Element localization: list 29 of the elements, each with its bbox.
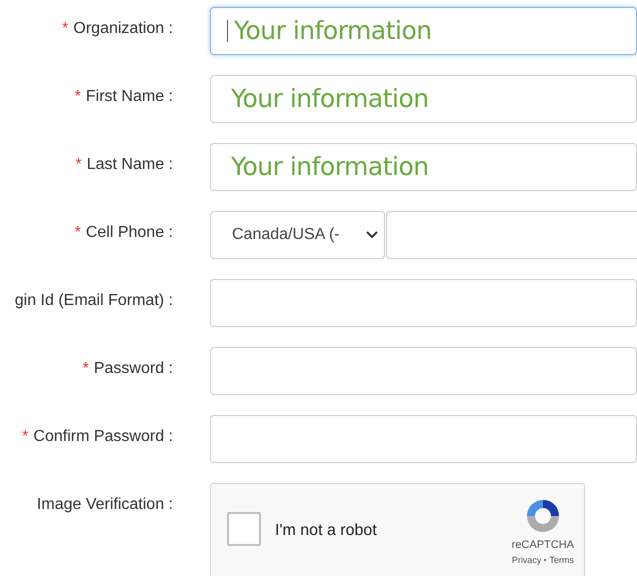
recaptcha-link[interactable]: Terms (549, 554, 574, 567)
chevron-down-icon (366, 231, 378, 239)
field-label: Last Name : (86, 155, 173, 175)
required-asterisk: * (82, 359, 89, 379)
field-label: Cell Phone : (86, 223, 173, 243)
required-asterisk: * (22, 427, 28, 447)
input-field[interactable] (210, 279, 637, 327)
input-field[interactable] (210, 347, 637, 395)
required-asterisk: * (74, 87, 81, 107)
input-value: Your information (231, 83, 429, 116)
field-label: Password : (94, 359, 173, 379)
captcha-label: I'm not a robot (275, 521, 377, 541)
field-label: gin Id (Email Format) : (14, 291, 173, 311)
required-asterisk: * (76, 155, 82, 175)
text-cursor (227, 20, 228, 42)
recaptcha-brand: reCAPTCHA (512, 538, 574, 553)
phone-input-field[interactable] (386, 211, 637, 259)
captcha-checkbox[interactable] (227, 512, 261, 546)
field-label: Confirm Password : (33, 427, 173, 447)
field-label: Organization : (73, 19, 173, 39)
field-label: Image Verification : (36, 495, 173, 515)
required-asterisk: * (74, 223, 81, 243)
input-value: Your information (231, 151, 429, 184)
field-label: First Name : (86, 87, 173, 107)
country-select[interactable]: Canada/USA (- (210, 211, 385, 259)
input-value: Your information (234, 15, 432, 48)
recaptcha-link[interactable]: Privacy (512, 554, 542, 567)
input-field[interactable] (210, 415, 637, 463)
required-asterisk: * (62, 19, 68, 39)
